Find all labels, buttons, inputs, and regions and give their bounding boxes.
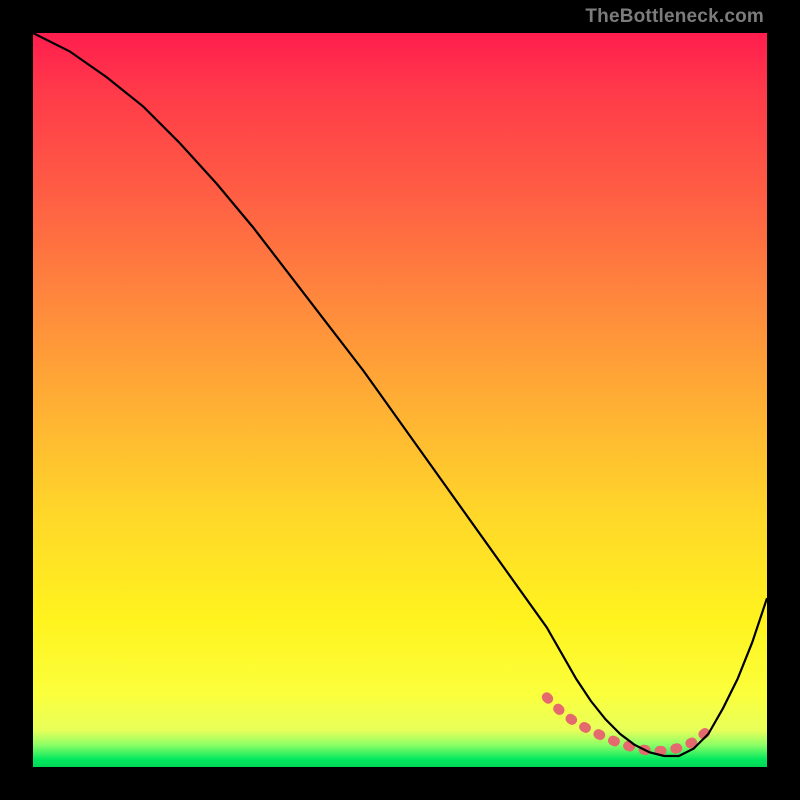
plot-area	[33, 33, 767, 767]
chart-frame: TheBottleneck.com	[0, 0, 800, 800]
optimal-region-dots	[547, 697, 709, 751]
bottleneck-curve	[33, 33, 767, 756]
watermark-text: TheBottleneck.com	[585, 6, 764, 28]
chart-svg	[33, 33, 767, 767]
